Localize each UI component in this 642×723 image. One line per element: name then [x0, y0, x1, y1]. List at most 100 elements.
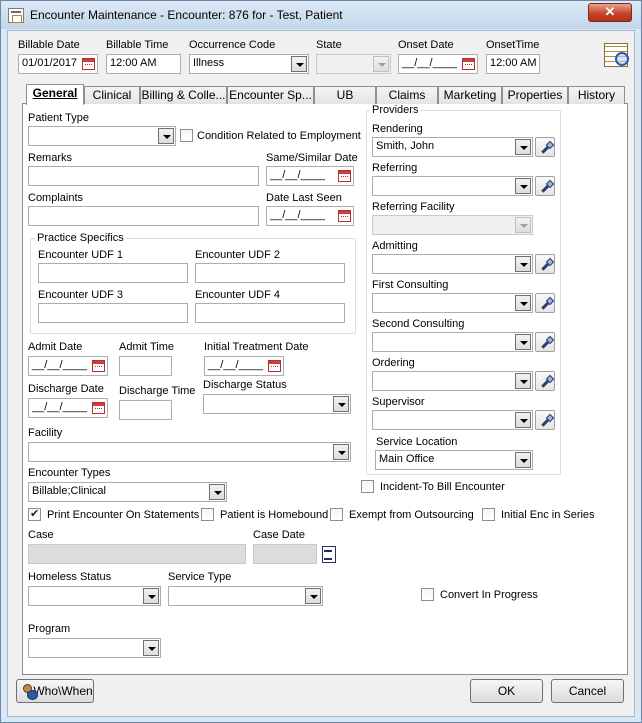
referring-label: Referring — [372, 162, 418, 174]
first-consulting-select[interactable] — [372, 293, 533, 313]
discharge-status-select[interactable] — [203, 394, 351, 414]
rendering-select[interactable]: Smith, John — [372, 137, 533, 157]
onset-time-field[interactable]: 12:00 AM — [486, 54, 540, 74]
service-type-select[interactable] — [168, 586, 323, 606]
patient-type-select[interactable] — [28, 126, 176, 146]
initial-enc-checkbox[interactable] — [482, 508, 495, 521]
initial-treatment-label: Initial Treatment Date — [204, 341, 309, 353]
tab-claims[interactable]: Claims — [376, 86, 438, 104]
tab-general[interactable]: General — [26, 84, 84, 105]
facility-label: Facility — [28, 427, 63, 439]
tab-ub[interactable]: UB — [314, 86, 376, 104]
chevron-down-icon[interactable] — [143, 640, 159, 656]
occurrence-code-select[interactable]: Illness — [189, 54, 309, 74]
admit-time-input[interactable] — [119, 356, 172, 376]
supervisor-label: Supervisor — [372, 396, 425, 408]
admit-date-field[interactable]: __/__/____ — [28, 356, 108, 376]
chevron-down-icon[interactable] — [333, 444, 349, 460]
discharge-time-input[interactable] — [119, 400, 172, 420]
date-last-seen-field[interactable]: __/__/____ — [266, 206, 354, 226]
encounter-grid-icon[interactable] — [602, 39, 630, 69]
case-date-field — [253, 544, 317, 564]
remarks-label: Remarks — [28, 152, 73, 164]
discharge-date-value: __/__/____ — [32, 401, 88, 413]
dialog-client: Billable Date 01/01/2017 Billable Time 1… — [7, 30, 635, 717]
chevron-down-icon[interactable] — [143, 588, 159, 604]
udf4-input[interactable] — [195, 303, 345, 323]
chevron-down-icon[interactable] — [515, 178, 531, 194]
print-on-statements-checkbox[interactable] — [28, 507, 41, 521]
onset-date-field[interactable]: __/__/____ — [398, 54, 478, 74]
initial-treatment-field[interactable]: __/__/____ — [204, 356, 284, 376]
cancel-button[interactable]: Cancel — [551, 679, 624, 703]
encounter-types-select[interactable]: Billable;Clinical — [28, 482, 227, 502]
patient-type-label: Patient Type — [28, 112, 89, 124]
chevron-down-icon[interactable] — [515, 412, 531, 428]
incident-to-checkbox[interactable] — [361, 480, 374, 493]
udf3-input[interactable] — [38, 303, 188, 323]
billable-date-field[interactable]: 01/01/2017 — [18, 54, 98, 74]
rendering-picker-icon[interactable] — [535, 137, 555, 157]
billable-time-field[interactable]: 12:00 AM — [106, 54, 181, 74]
discharge-date-field[interactable]: __/__/____ — [28, 398, 108, 418]
chevron-down-icon[interactable] — [158, 128, 174, 144]
facility-select[interactable] — [28, 442, 351, 462]
chevron-down-icon[interactable] — [305, 588, 321, 604]
service-location-select[interactable]: Main Office — [375, 450, 533, 470]
close-button[interactable]: ✕ — [588, 3, 632, 22]
case-date-label: Case Date — [253, 529, 305, 541]
tab-properties[interactable]: Properties — [502, 86, 568, 104]
homebound-checkbox[interactable] — [201, 508, 214, 521]
second-consulting-picker-icon[interactable] — [535, 332, 555, 352]
homeless-status-select[interactable] — [28, 586, 161, 606]
remarks-input[interactable] — [28, 166, 259, 186]
calendar-icon[interactable] — [82, 58, 95, 70]
ordering-select[interactable] — [372, 371, 533, 391]
admit-date-label: Admit Date — [28, 341, 83, 353]
referring-picker-icon[interactable] — [535, 176, 555, 196]
chevron-down-icon[interactable] — [209, 484, 225, 500]
chevron-down-icon[interactable] — [291, 56, 307, 72]
supervisor-picker-icon[interactable] — [535, 410, 555, 430]
calendar-icon[interactable] — [92, 360, 105, 372]
calendar-icon[interactable] — [92, 402, 105, 414]
who-when-button[interactable]: Who\When — [16, 679, 94, 703]
supervisor-select[interactable] — [372, 410, 533, 430]
chevron-down-icon[interactable] — [515, 334, 531, 350]
chevron-down-icon[interactable] — [515, 295, 531, 311]
practice-specifics-label: Practice Specifics — [35, 232, 126, 244]
tab-billing-collections[interactable]: Billing & Colle... — [140, 86, 227, 104]
admitting-picker-icon[interactable] — [535, 254, 555, 274]
udf1-input[interactable] — [38, 263, 188, 283]
calendar-icon[interactable] — [268, 360, 281, 372]
chevron-down-icon[interactable] — [333, 396, 349, 412]
tab-encounter-specifics[interactable]: Encounter Sp... — [227, 86, 314, 104]
tab-marketing[interactable]: Marketing — [438, 86, 502, 104]
program-select[interactable] — [28, 638, 161, 658]
convert-in-progress-checkbox[interactable] — [421, 588, 434, 601]
close-icon: ✕ — [604, 4, 616, 19]
chevron-down-icon[interactable] — [515, 256, 531, 272]
same-similar-date-field[interactable]: __/__/____ — [266, 166, 354, 186]
title-bar[interactable]: Encounter Maintenance - Encounter: 876 f… — [1, 1, 641, 29]
calendar-icon[interactable] — [462, 58, 475, 70]
complaints-input[interactable] — [28, 206, 259, 226]
tab-history[interactable]: History — [568, 86, 625, 104]
chevron-down-icon[interactable] — [515, 139, 531, 155]
chevron-down-icon[interactable] — [515, 452, 531, 468]
second-consulting-select[interactable] — [372, 332, 533, 352]
chevron-down-icon[interactable] — [515, 373, 531, 389]
admitting-select[interactable] — [372, 254, 533, 274]
exempt-outsourcing-checkbox[interactable] — [330, 508, 343, 521]
first-consulting-picker-icon[interactable] — [535, 293, 555, 313]
calendar-icon[interactable] — [338, 210, 351, 222]
ok-button[interactable]: OK — [470, 679, 543, 703]
referring-select[interactable] — [372, 176, 533, 196]
rendering-value: Smith, John — [376, 140, 435, 152]
calendar-icon[interactable] — [338, 170, 351, 182]
case-notes-icon[interactable] — [320, 545, 338, 563]
udf2-input[interactable] — [195, 263, 345, 283]
ordering-picker-icon[interactable] — [535, 371, 555, 391]
tab-clinical[interactable]: Clinical — [84, 86, 140, 104]
condition-employment-checkbox[interactable] — [180, 129, 193, 142]
